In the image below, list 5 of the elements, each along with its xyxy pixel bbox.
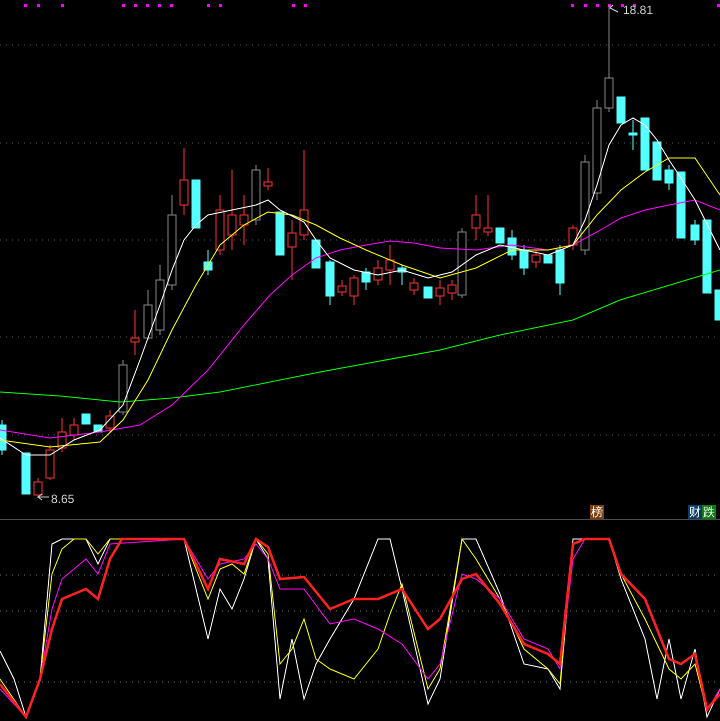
tag-badge[interactable]: 财 <box>688 505 702 519</box>
tag-badge[interactable]: 跌 <box>702 505 716 519</box>
high-price-label: 18.81 <box>623 4 654 16</box>
low-price-label: 8.65 <box>51 493 74 505</box>
tag-badge[interactable]: 榜 <box>590 505 604 519</box>
